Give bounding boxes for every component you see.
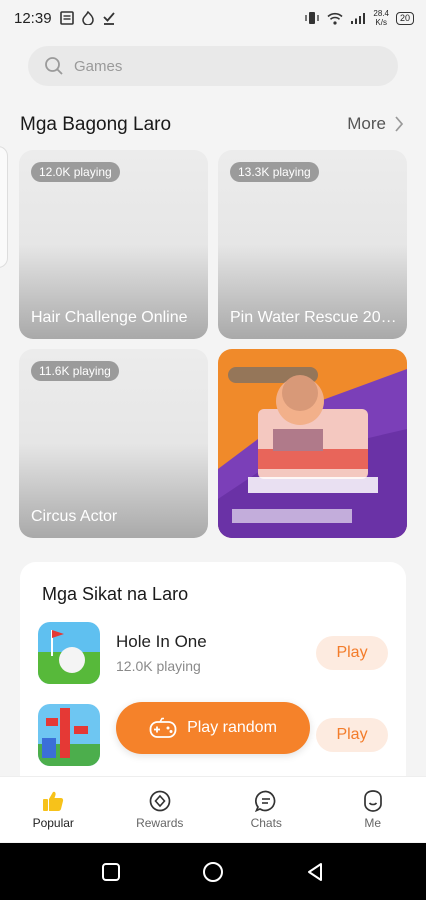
play-random-button[interactable]: Play random <box>116 702 310 754</box>
nav-label: Chats <box>250 815 282 830</box>
game-card-title: Circus Actor <box>31 508 118 525</box>
nav-item-me[interactable]: Me <box>320 777 426 842</box>
game-players: 12.0K playing <box>116 658 201 674</box>
game-card-pin-water-rescue[interactable]: 13.3K playing Pin Water Rescue 2022 <box>218 150 407 339</box>
more-link[interactable]: More <box>347 114 404 134</box>
game-card-title: Hair Challenge Online <box>31 309 188 326</box>
players-badge: 13.3K playing <box>230 162 319 182</box>
network-speed: 28.4 K/s <box>373 9 389 27</box>
game-card-circus-actor[interactable]: 11.6K playing Circus Actor <box>19 349 208 538</box>
nav-item-popular[interactable]: Popular <box>0 777 107 842</box>
nav-item-rewards[interactable]: Rewards <box>107 777 214 842</box>
popular-games-title: Mga Sikat na Laro <box>42 584 189 604</box>
game-icon <box>38 704 100 766</box>
bottom-nav: Popular Rewards Chats Me <box>0 776 426 842</box>
battery-indicator: 20 <box>395 11 414 25</box>
game-thumbnail-image <box>218 349 407 538</box>
home-icon[interactable] <box>202 861 224 883</box>
play-button[interactable]: Play <box>316 636 388 670</box>
thumbs-up-icon <box>43 791 64 811</box>
download-done-icon <box>102 12 115 25</box>
game-card-pixelated[interactable] <box>218 349 407 538</box>
list-item[interactable]: Hole In One 12.0K playing Play <box>38 622 388 686</box>
flame-icon <box>81 11 94 25</box>
game-card-title: Pin Water Rescue 2022 <box>230 309 397 326</box>
news-icon <box>59 11 74 25</box>
system-nav-bar <box>0 843 426 900</box>
chat-icon <box>255 790 276 812</box>
popular-games-panel: Mga Sikat na Laro Hole In One 12.0K play… <box>20 562 406 792</box>
wifi-icon <box>327 12 343 25</box>
hole-in-one-icon <box>38 622 100 684</box>
back-icon[interactable] <box>305 862 325 882</box>
status-bar: 12:39 28.4 K/s 20 <box>0 0 426 36</box>
recent-apps-icon[interactable] <box>101 862 121 882</box>
chevron-right-icon <box>395 116 404 132</box>
nav-item-chats[interactable]: Chats <box>213 777 320 842</box>
side-drawer-tab[interactable] <box>0 146 8 268</box>
new-games-title: Mga Bagong Laro <box>20 114 172 135</box>
search-bar[interactable] <box>28 46 398 86</box>
vibrate-icon <box>305 12 320 24</box>
game-card-hair-challenge[interactable]: 12.0K playing Hair Challenge Online <box>19 150 208 339</box>
gamepad-icon <box>149 717 177 738</box>
search-icon <box>45 57 63 75</box>
play-button[interactable]: Play <box>316 718 388 752</box>
nav-label: Me <box>364 815 382 830</box>
players-badge: 11.6K playing <box>31 361 119 381</box>
profile-icon <box>363 789 382 812</box>
search-input[interactable] <box>74 57 374 75</box>
signal-icon <box>351 12 366 24</box>
nav-label: Rewards <box>136 815 184 830</box>
rewards-icon <box>149 790 171 811</box>
game-name: Hole In One <box>116 632 207 651</box>
status-time: 12:39 <box>14 9 52 27</box>
nav-label: Popular <box>32 815 74 830</box>
more-label: More <box>347 114 386 133</box>
players-badge: 12.0K playing <box>31 162 120 182</box>
play-random-label: Play random <box>187 719 277 736</box>
